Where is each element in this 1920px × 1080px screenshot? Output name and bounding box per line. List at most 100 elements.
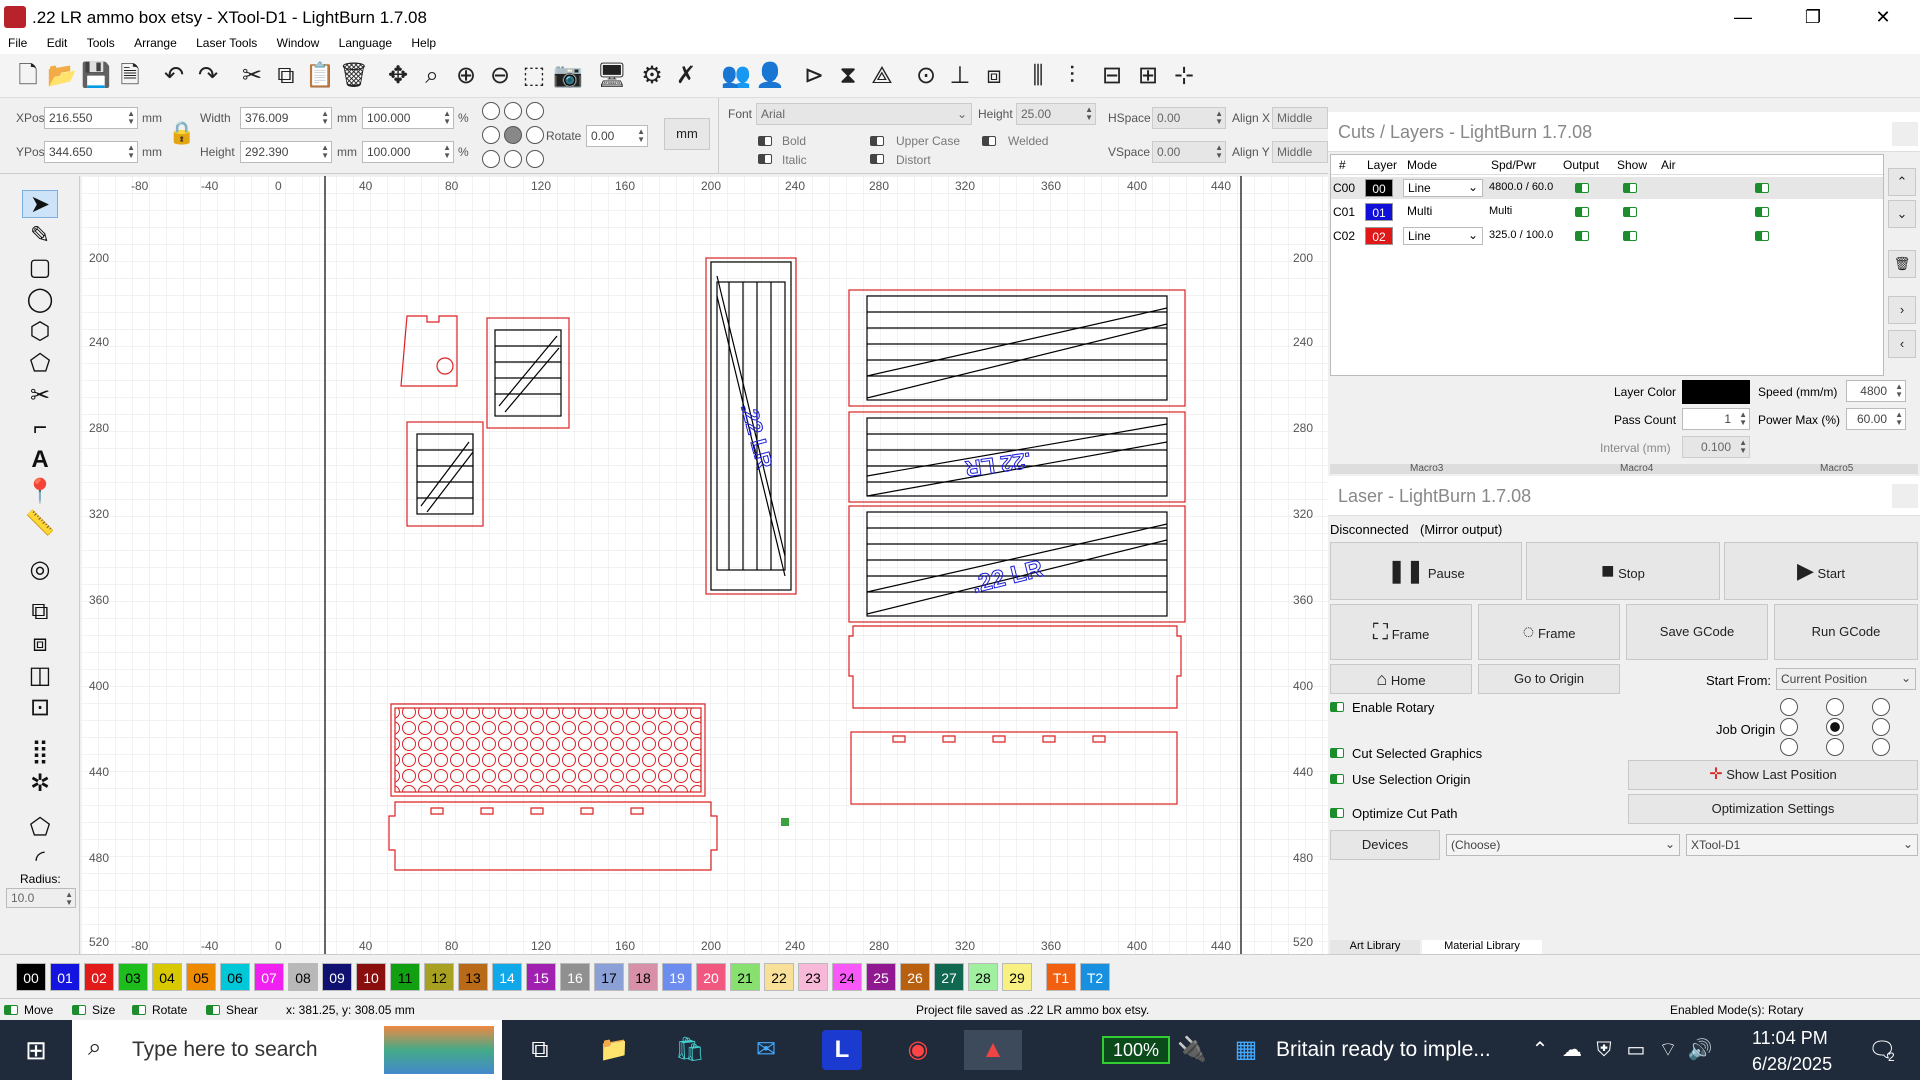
go-to-origin-button[interactable]: Go to Origin <box>1478 664 1620 694</box>
redo-icon[interactable]: ↷ <box>192 60 224 92</box>
layer-show-toggle[interactable] <box>1623 231 1637 241</box>
boolean-intersect-icon[interactable]: ⊡ <box>22 694 58 722</box>
palette-swatch-18[interactable]: 18 <box>628 963 658 991</box>
palette-swatch-15[interactable]: 15 <box>526 963 556 991</box>
palette-swatch-01[interactable]: 01 <box>50 963 80 991</box>
zoom-out-icon[interactable]: ⊖ <box>484 60 516 92</box>
palette-swatch-02[interactable]: 02 <box>84 963 114 991</box>
palette-swatch-03[interactable]: 03 <box>118 963 148 991</box>
power-max-input[interactable]: 60.00 ▲ ▼ <box>1846 408 1906 430</box>
job-origin-radio[interactable] <box>1826 698 1844 716</box>
frame-circle-button[interactable]: ◌ Frame <box>1478 604 1620 660</box>
palette-swatch-12[interactable]: 12 <box>424 963 454 991</box>
measure-tool-icon[interactable]: ⌐ <box>22 414 58 442</box>
notification-icon[interactable]: 🗨 <box>1862 1030 1902 1070</box>
layer-show-toggle[interactable] <box>1623 207 1637 217</box>
polygon-tool-icon[interactable]: ⬡ <box>22 318 58 346</box>
rotate-spinner-icon[interactable]: ▲ ▼ <box>637 128 645 144</box>
job-origin-radio[interactable] <box>1780 698 1798 716</box>
welded-toggle[interactable] <box>982 136 996 146</box>
delete-icon[interactable]: 🗑 <box>338 60 370 92</box>
hspace-spinner-icon[interactable]: ▲ ▼ <box>1215 110 1223 126</box>
anchor-radio[interactable] <box>482 126 500 144</box>
anchor-radio[interactable] <box>482 150 500 168</box>
chrome-icon[interactable]: ◉ <box>898 1030 938 1070</box>
make-same-height-icon[interactable]: ⊞ <box>1132 60 1164 92</box>
layer-delete-icon[interactable]: 🗑 <box>1888 250 1916 278</box>
vspace-spinner-icon[interactable]: ▲ ▼ <box>1215 144 1223 160</box>
move-toggle[interactable] <box>4 1005 18 1015</box>
show-last-position-button[interactable]: ✛ Show Last Position <box>1628 760 1918 790</box>
rectangle-tool-icon[interactable]: ▢ <box>22 254 58 282</box>
mail-icon[interactable]: ✉ <box>746 1030 786 1070</box>
palette-swatch-29[interactable]: 29 <box>1002 963 1032 991</box>
design-canvas[interactable]: -80 -40 0 40 80 120 160 200 240 280 320 360 400 440 -… <box>81 176 1328 954</box>
width-spinner-icon[interactable]: ▲ ▼ <box>321 110 329 126</box>
palette-swatch-24[interactable]: 24 <box>832 963 862 991</box>
select-tool-icon[interactable]: ➤ <box>22 190 58 218</box>
italic-toggle[interactable] <box>758 154 772 164</box>
clock-date[interactable]: 6/28/2025 <box>1752 1054 1832 1075</box>
settings-gear-icon[interactable]: ⚙ <box>636 60 668 92</box>
palette-swatch-25[interactable]: 25 <box>866 963 896 991</box>
layer-output-toggle[interactable] <box>1575 183 1589 193</box>
xpos-spinner-icon[interactable]: ▲ ▼ <box>127 110 135 126</box>
job-origin-radio[interactable] <box>1780 738 1798 756</box>
rotate-input[interactable]: 0.00 ▲ ▼ <box>586 125 648 147</box>
text-tool-icon[interactable]: A <box>22 446 58 474</box>
palette-swatch-10[interactable]: 10 <box>356 963 386 991</box>
taskbar-search-box[interactable]: ⌕ Type here to search <box>72 1020 502 1080</box>
layer-output-toggle[interactable] <box>1575 231 1589 241</box>
palette-swatch-21[interactable]: 21 <box>730 963 760 991</box>
tab-material-library[interactable]: Material Library <box>1422 940 1542 954</box>
optimization-settings-button[interactable]: Optimization Settings <box>1628 794 1918 824</box>
file-explorer-icon[interactable]: 📁 <box>594 1030 634 1070</box>
anchor-radio[interactable] <box>482 102 500 120</box>
palette-swatch-27[interactable]: 27 <box>934 963 964 991</box>
mirror-v-icon[interactable]: ⧗ <box>832 60 864 92</box>
anchor-radio[interactable] <box>526 126 544 144</box>
cut-icon[interactable]: ✂ <box>236 60 268 92</box>
monitor-icon[interactable]: 🖥 <box>596 60 628 92</box>
palette-swatch-09[interactable]: 09 <box>322 963 352 991</box>
macro4-button[interactable]: Macro4 <box>1620 464 1653 474</box>
anchor-radio[interactable] <box>526 150 544 168</box>
height-pct-spinner-icon[interactable]: ▲ ▼ <box>443 144 451 160</box>
grid-array-icon[interactable]: ⣿ <box>22 738 58 766</box>
align-mid-icon[interactable]: ⧈ <box>978 60 1010 92</box>
vspace-input[interactable]: 0.00 ▲ ▼ <box>1152 141 1226 163</box>
layer-row[interactable]: C02 02 Line ⌄ 325.0 / 100.0 <box>1331 225 1883 247</box>
interval-input[interactable]: 0.100 ▲ ▼ <box>1682 436 1750 458</box>
job-origin-radio[interactable] <box>1872 698 1890 716</box>
menu-language[interactable]: Language <box>339 34 392 50</box>
pass-count-input[interactable]: 1 ▲ ▼ <box>1682 408 1750 430</box>
news-icon[interactable]: ▦ <box>1226 1030 1266 1070</box>
font-select[interactable]: Arial ⌄ <box>756 103 972 125</box>
layer-mode[interactable]: Multi <box>1403 203 1483 221</box>
height-pct-input[interactable]: 100.000 ▲ ▼ <box>362 141 454 163</box>
camera-icon[interactable]: 📷 <box>552 60 584 92</box>
layer-up-icon[interactable]: ⌃ <box>1888 168 1916 196</box>
palette-swatch-16[interactable]: 16 <box>560 963 590 991</box>
layer-row[interactable]: C00 00 Line ⌄ 4800.0 / 60.0 <box>1331 177 1883 199</box>
pause-button[interactable]: ❚❚ Pause <box>1330 542 1522 600</box>
interval-spinner-icon[interactable]: ▲ ▼ <box>1739 439 1747 455</box>
save-gcode-button[interactable]: Save GCode <box>1626 604 1768 660</box>
palette-swatch-08[interactable]: 08 <box>288 963 318 991</box>
align-x-select[interactable]: Middle <box>1272 107 1328 129</box>
news-headline[interactable]: Britain ready to imple... <box>1276 1038 1491 1062</box>
weld-icon[interactable]: ⧉ <box>22 598 58 626</box>
font-height-spinner-icon[interactable]: ▲ ▼ <box>1085 106 1093 122</box>
menu-edit[interactable]: Edit <box>47 34 68 50</box>
export-icon[interactable]: 🗎 <box>114 60 146 92</box>
laser-panel-close-icon[interactable] <box>1892 484 1918 508</box>
power-spinner-icon[interactable]: ▲ ▼ <box>1895 411 1903 427</box>
distribute-h-icon[interactable]: ⫼ <box>1022 60 1054 92</box>
height-input[interactable]: 292.390 ▲ ▼ <box>240 141 332 163</box>
layer-color-swatch[interactable] <box>1682 380 1750 404</box>
font-height-input[interactable]: 25.00 ▲ ▼ <box>1016 103 1096 125</box>
job-origin-radio[interactable] <box>1872 718 1890 736</box>
port-select[interactable]: (Choose) ⌄ <box>1446 834 1680 856</box>
open-file-icon[interactable]: 📂 <box>46 60 78 92</box>
make-same-width-icon[interactable]: ⊟ <box>1096 60 1128 92</box>
